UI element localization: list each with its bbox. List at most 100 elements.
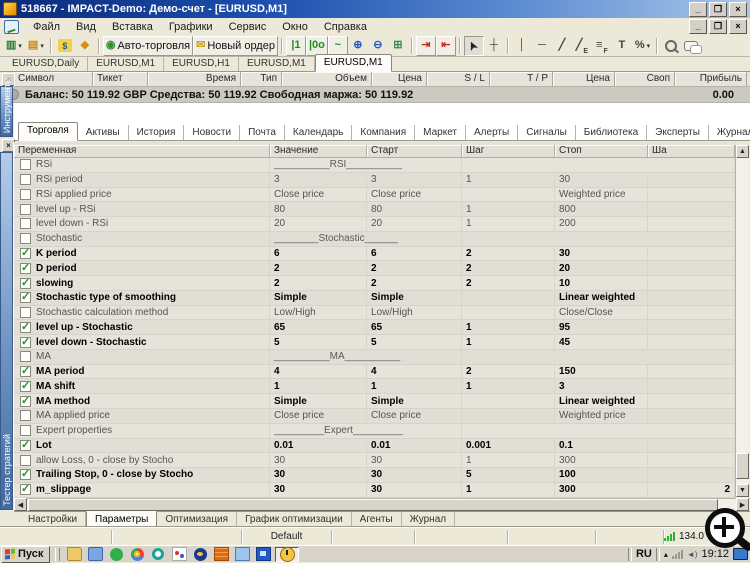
param-step-cell[interactable]: 1 <box>462 453 555 468</box>
param-start-cell[interactable]: 30 <box>367 453 462 468</box>
scroll-down-icon[interactable]: ▼ <box>736 484 749 497</box>
param-start-cell[interactable]: 30 <box>367 482 462 497</box>
param-step-cell[interactable]: 2 <box>462 261 555 276</box>
param-step-cell[interactable]: 1 <box>462 379 555 394</box>
param-value-cell[interactable]: Close price <box>270 409 367 423</box>
param-stop-cell[interactable]: 100 <box>555 468 648 482</box>
param-step-cell[interactable] <box>462 409 555 423</box>
autoscroll-button[interactable]: ⇤ <box>435 35 456 56</box>
child-close-button[interactable]: × <box>729 19 747 34</box>
param-value-cell[interactable]: 65 <box>270 320 367 335</box>
param-start-cell[interactable]: 80 <box>367 202 462 217</box>
vertical-scrollbar[interactable] <box>735 145 749 497</box>
zoom-in-button[interactable]: ⊕ <box>348 36 368 56</box>
param-step-cell[interactable]: 0.001 <box>462 438 555 453</box>
payments-button[interactable]: ◆ <box>75 36 95 56</box>
param-stop-cell[interactable]: 30 <box>555 246 648 261</box>
chart-tab-EURUSD,H1[interactable]: EURUSD,H1 <box>164 57 239 71</box>
param-checkbox[interactable] <box>20 468 31 481</box>
param-extra-cell[interactable] <box>648 453 735 468</box>
tester-column-Стоп[interactable]: Стоп <box>555 145 648 157</box>
language-indicator[interactable]: RU <box>636 548 652 560</box>
trade-column-T / P[interactable]: T / P <box>490 72 553 86</box>
toolbox-side-strip[interactable]: Инструменты <box>0 77 13 137</box>
shapes-button[interactable]: % ▾ <box>632 36 653 56</box>
param-start-cell[interactable]: 3 <box>367 172 462 187</box>
scroll-up-icon[interactable]: ▲ <box>736 145 749 158</box>
trade-column-S / L[interactable]: S / L <box>427 72 490 86</box>
toolbox-tab-Почта[interactable]: Почта <box>240 125 285 151</box>
zoom-out-button[interactable]: ⊖ <box>368 36 388 56</box>
param-value-cell[interactable]: 1 <box>270 379 367 394</box>
scroll-right-icon[interactable]: ▶ <box>736 498 749 511</box>
param-value-cell[interactable]: 5 <box>270 335 367 349</box>
app-dots-icon[interactable] <box>170 547 188 562</box>
param-checkbox[interactable] <box>20 188 31 200</box>
crosshair-button[interactable]: ┼ <box>484 36 504 56</box>
restore-button[interactable]: ❐ <box>709 1 727 17</box>
param-value-cell[interactable]: 30 <box>270 453 367 468</box>
param-value-cell[interactable]: Simple <box>270 394 367 409</box>
param-start-cell[interactable]: Simple <box>367 394 462 409</box>
toolbox-tab-Маркет[interactable]: Маркет <box>415 125 467 140</box>
param-checkbox[interactable] <box>20 174 31 186</box>
param-checkbox[interactable] <box>20 291 31 304</box>
param-checkbox[interactable] <box>20 483 31 496</box>
menu-item-Вставка[interactable]: Вставка <box>104 20 161 34</box>
param-value-cell[interactable]: 20 <box>270 217 367 231</box>
param-value-cell[interactable]: 2 <box>270 276 367 290</box>
param-extra-cell[interactable] <box>648 438 735 453</box>
param-stop-cell[interactable]: 300 <box>555 453 648 468</box>
minimize-button[interactable]: _ <box>689 1 707 17</box>
param-value-cell[interactable]: 6 <box>270 246 367 261</box>
param-start-cell[interactable]: Close price <box>367 187 462 202</box>
param-start-cell[interactable]: 0.01 <box>367 438 462 453</box>
vertical-scroll-thumb[interactable] <box>736 453 749 479</box>
horizontal-scroll-thumb[interactable] <box>28 499 718 511</box>
param-checkbox[interactable] <box>20 276 31 289</box>
hline-button[interactable]: ─ <box>532 36 552 56</box>
param-stop-cell[interactable]: 3 <box>555 379 648 394</box>
tester-tab-Агенты[interactable]: Агенты <box>352 512 402 527</box>
param-stop-cell[interactable]: 0.1 <box>555 438 648 453</box>
param-step-cell[interactable]: 1 <box>462 217 555 231</box>
param-checkbox[interactable] <box>20 379 31 392</box>
param-stop-cell[interactable]: 20 <box>555 261 648 276</box>
metatrader-task-button[interactable] <box>275 546 300 562</box>
close-button[interactable]: × <box>729 1 747 17</box>
trade-column-Время[interactable]: Время <box>148 72 241 86</box>
explorer-icon[interactable] <box>65 547 83 562</box>
chart-tab-EURUSD,M1[interactable]: EURUSD,M1 <box>88 57 165 71</box>
toolbox-tab-Календарь[interactable]: Календарь <box>285 125 353 140</box>
start-button[interactable]: Пуск <box>1 545 51 563</box>
chrome-icon[interactable] <box>128 547 146 562</box>
param-step-cell[interactable]: 1 <box>462 482 555 497</box>
trade-column-Объем[interactable]: Объем <box>282 72 372 86</box>
param-start-cell[interactable]: 30 <box>367 468 462 482</box>
param-start-cell[interactable]: Close price <box>367 409 462 423</box>
status-profile[interactable]: Default <box>242 529 332 544</box>
search-button[interactable] <box>661 36 681 56</box>
profiles-button[interactable]: ▤ ▾ <box>25 36 47 56</box>
param-stop-cell[interactable]: 150 <box>555 364 648 379</box>
param-step-cell[interactable]: 1 <box>462 172 555 187</box>
trade-column-Символ[interactable]: Символ <box>14 72 93 86</box>
app-lightblue-icon[interactable] <box>233 547 251 562</box>
param-checkbox[interactable] <box>20 247 31 259</box>
param-stop-cell[interactable]: 30 <box>555 172 648 187</box>
param-start-cell[interactable]: 2 <box>367 276 462 290</box>
param-checkbox[interactable] <box>20 307 31 319</box>
tester-tab-Оптимизация[interactable]: Оптимизация <box>157 512 238 527</box>
menu-item-Окно[interactable]: Окно <box>274 20 316 34</box>
param-checkbox[interactable] <box>20 335 31 348</box>
param-checkbox[interactable] <box>20 425 31 437</box>
param-stop-cell[interactable]: 10 <box>555 276 648 290</box>
param-value-cell[interactable]: 0.01 <box>270 438 367 453</box>
param-value-cell[interactable]: Simple <box>270 290 367 305</box>
param-start-cell[interactable]: 6 <box>367 246 462 261</box>
menu-item-Графики[interactable]: Графики <box>161 20 221 34</box>
param-extra-cell[interactable] <box>648 290 735 305</box>
param-checkbox[interactable] <box>20 261 31 274</box>
param-step-cell[interactable]: 1 <box>462 320 555 335</box>
param-stop-cell[interactable]: Weighted price <box>555 409 648 423</box>
